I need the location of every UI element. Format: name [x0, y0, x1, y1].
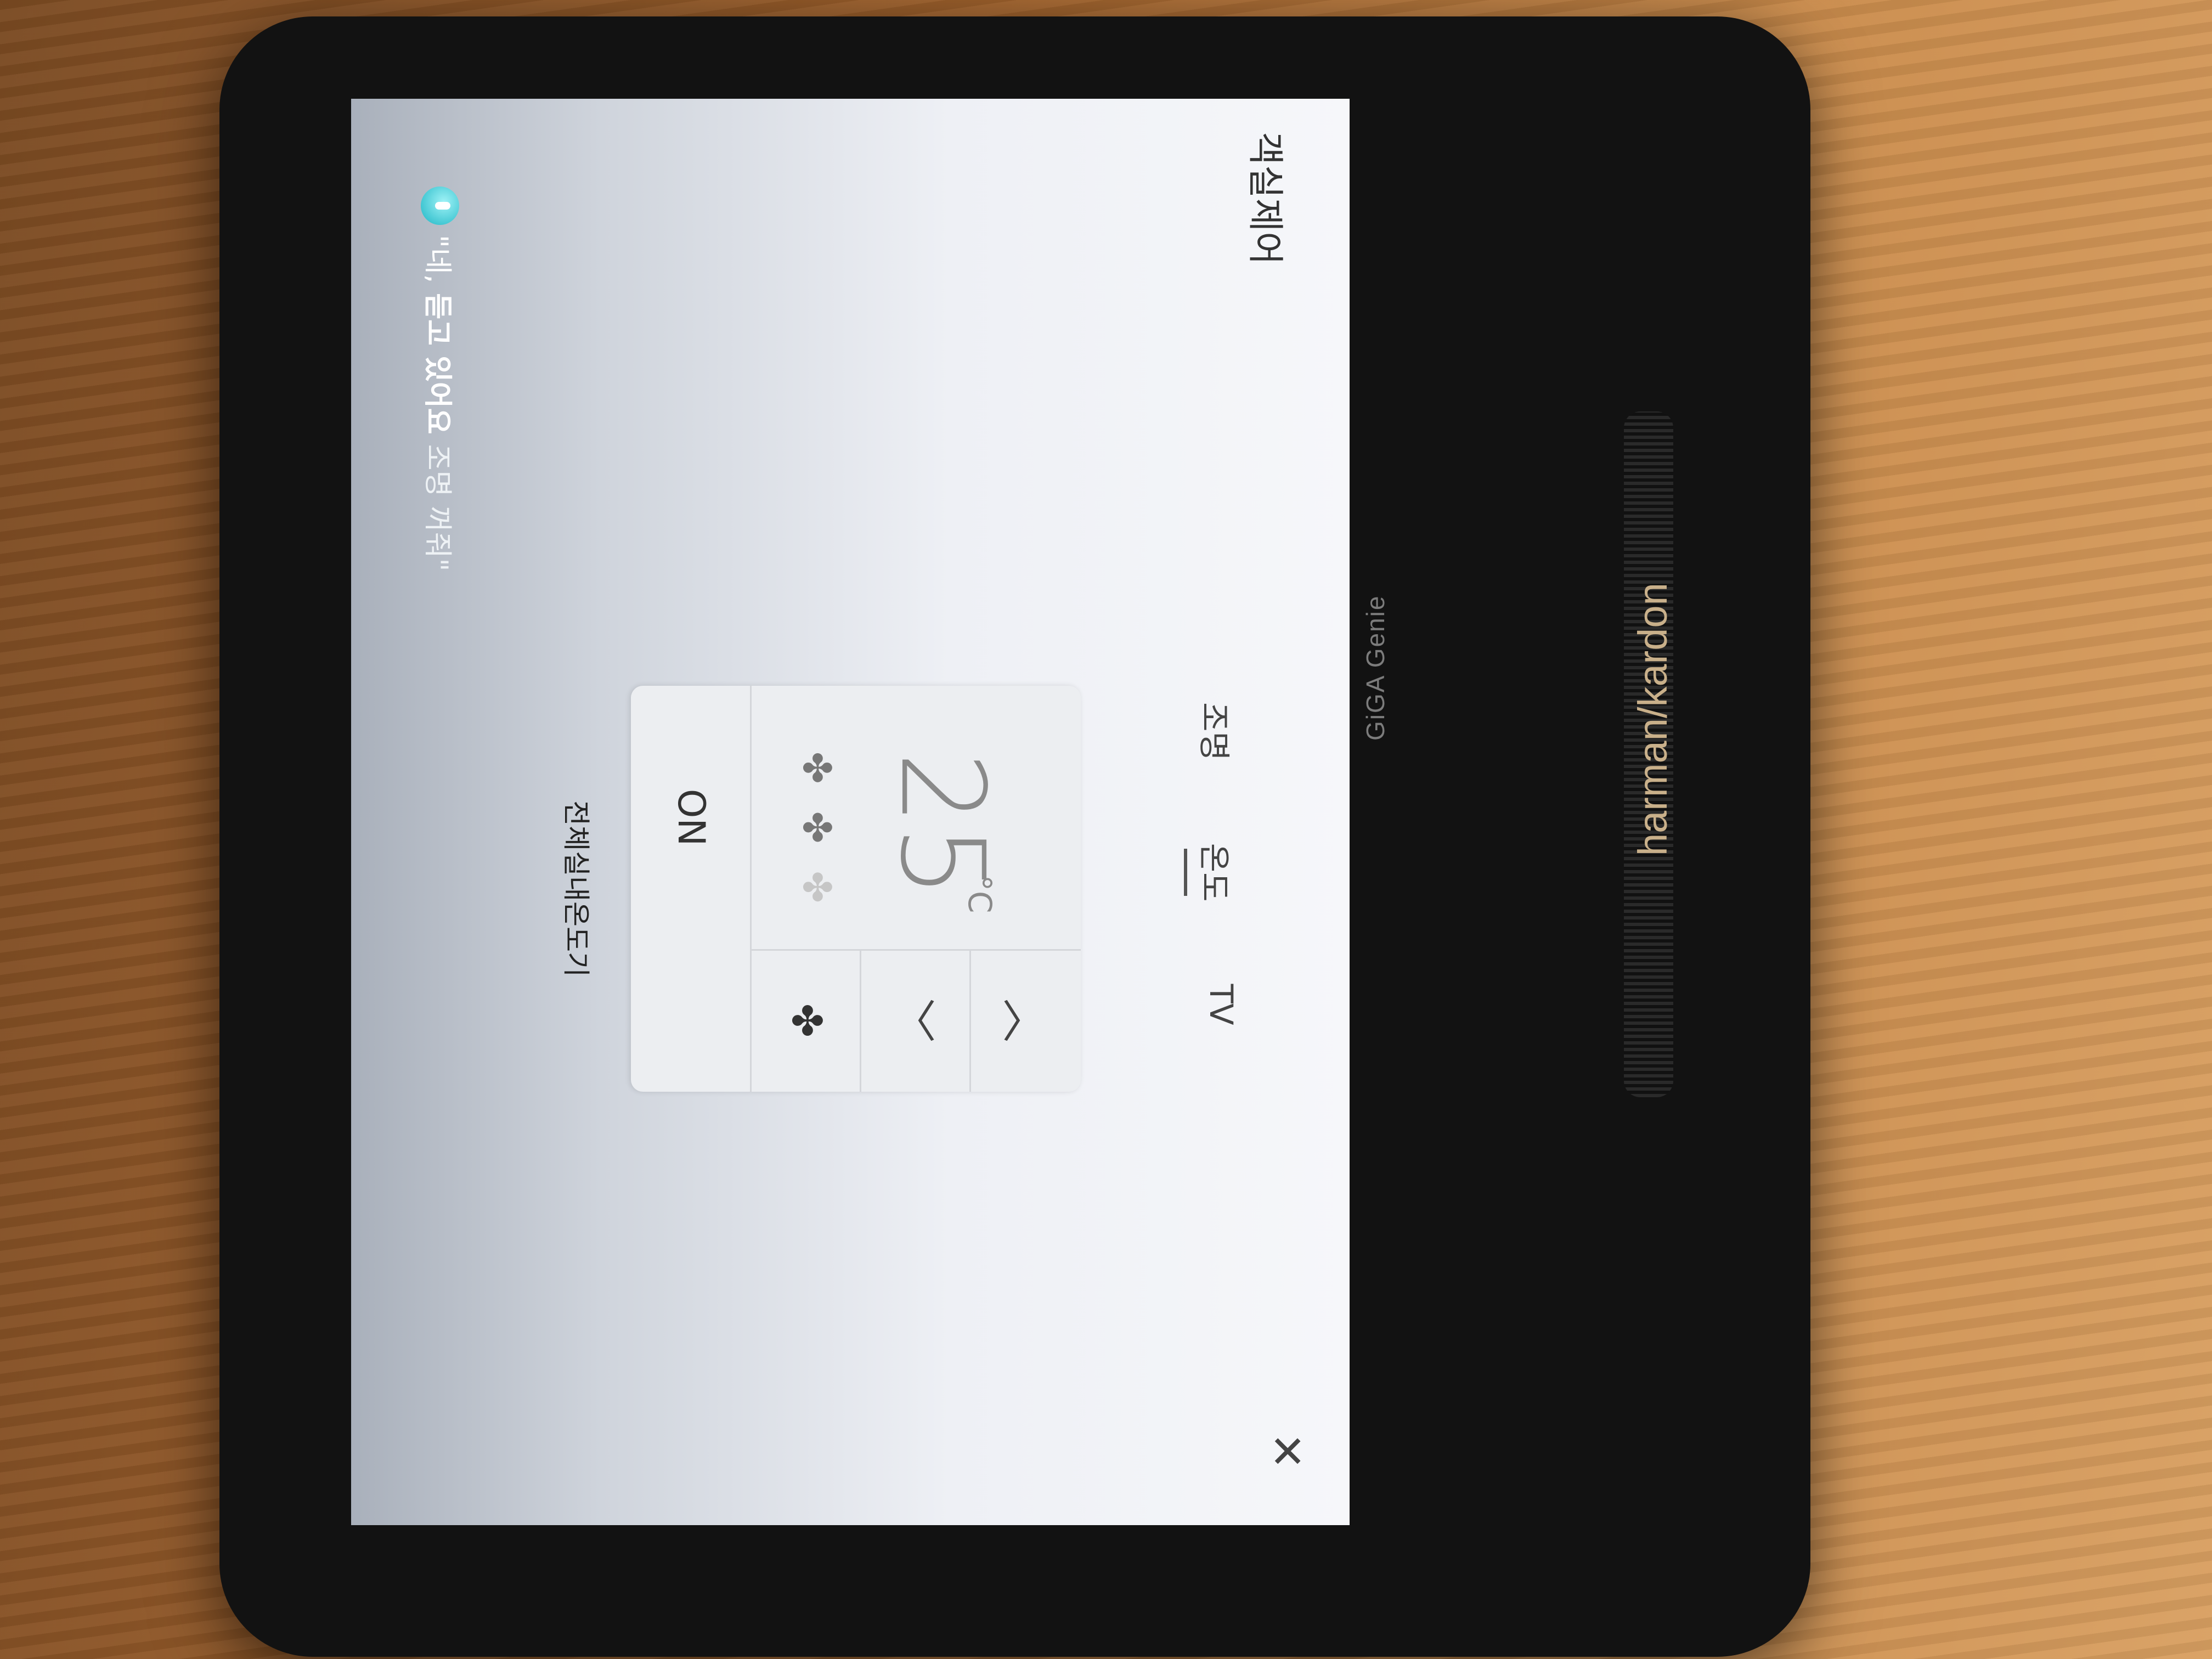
- brand-label-giga-genie: GiGA Genie: [1361, 595, 1390, 741]
- temperature-down-button[interactable]: ﹀: [860, 949, 971, 1092]
- temperature-unit: °C: [961, 875, 998, 913]
- voice-assistant-prompt: "네, 듣고 있어요 조명 꺼줘": [420, 187, 461, 571]
- thermostat-card: 25 °C ✤ ✤ ✤ ON ︿ ﹀ ✤: [631, 686, 1081, 1092]
- temperature-up-button[interactable]: ︿: [969, 949, 1081, 1092]
- thermostat-caption: 전체실내온도기: [560, 800, 592, 977]
- voice-listening-text: 듣고 있어요: [421, 293, 454, 435]
- chevron-up-icon: ︿: [997, 998, 1048, 1042]
- fan-icon: ✤: [783, 1003, 830, 1037]
- close-button[interactable]: ✕: [1261, 1426, 1312, 1476]
- tab-temperature[interactable]: 온도: [1184, 843, 1240, 902]
- fan-mode-button[interactable]: ✤: [750, 949, 861, 1092]
- tab-lighting[interactable]: 조명: [1184, 702, 1240, 761]
- page-title: 객실제어: [1244, 132, 1286, 265]
- fan-speed-indicator: ✤ ✤ ✤: [794, 752, 839, 903]
- tab-bar: 조명 온도 TV: [1184, 702, 1240, 1025]
- fan-speed-icon: ✤: [794, 871, 839, 903]
- temperature-display: 25 °C ✤ ✤ ✤: [750, 686, 1081, 951]
- tab-tv[interactable]: TV: [1184, 984, 1240, 1025]
- microphone-icon: [421, 187, 460, 225]
- device-screen: 객실제어 ✕ 조명 온도 TV 25 °C ✤ ✤ ✤ ON ︿ ﹀ ✤ 전체실…: [351, 99, 1350, 1525]
- fan-speed-icon: ✤: [794, 752, 839, 784]
- fan-speed-icon: ✤: [794, 811, 839, 844]
- close-icon: ✕: [1261, 1432, 1312, 1470]
- voice-example-command: 조명 꺼줘": [421, 444, 454, 572]
- voice-prefix: "네,: [421, 235, 454, 284]
- brand-label-harman-kardon: harman/kardon: [1630, 583, 1675, 856]
- chevron-down-icon: ﹀: [887, 998, 938, 1042]
- power-toggle-button[interactable]: ON: [631, 686, 752, 949]
